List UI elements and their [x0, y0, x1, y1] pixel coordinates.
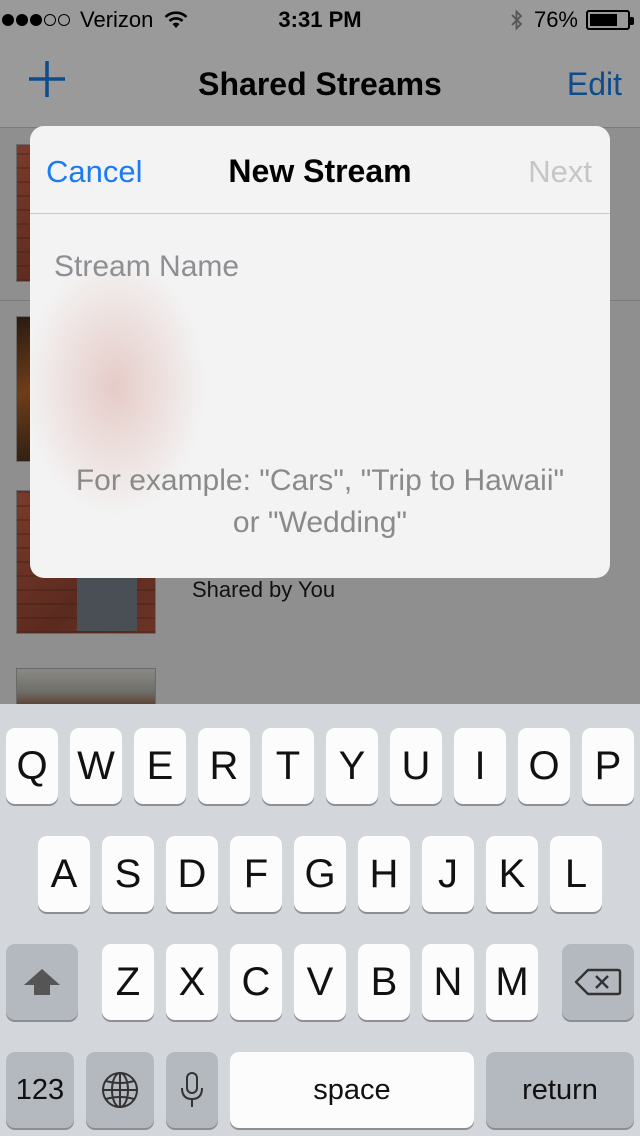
shared-by-label: Shared by You: [192, 577, 336, 602]
navigation-bar: Shared Streams Edit: [0, 40, 640, 128]
key-t[interactable]: T: [262, 728, 314, 804]
battery-fill: [590, 14, 618, 26]
key-a[interactable]: A: [38, 836, 90, 912]
key-f[interactable]: F: [230, 836, 282, 912]
battery-icon: [586, 10, 634, 30]
globe-key[interactable]: [86, 1052, 154, 1128]
key-b[interactable]: B: [358, 944, 410, 1020]
key-q[interactable]: Q: [6, 728, 58, 804]
key-m[interactable]: M: [486, 944, 538, 1020]
battery-percent: 76%: [533, 7, 578, 32]
key-v[interactable]: V: [294, 944, 346, 1020]
key-d[interactable]: D: [166, 836, 218, 912]
key-e[interactable]: E: [134, 728, 186, 804]
key-k[interactable]: K: [486, 836, 538, 912]
key-n[interactable]: N: [422, 944, 474, 1020]
key-y[interactable]: Y: [326, 728, 378, 804]
key-j[interactable]: J: [422, 836, 474, 912]
delete-key[interactable]: [562, 944, 634, 1020]
microphone-key[interactable]: [166, 1052, 218, 1128]
key-g[interactable]: G: [294, 836, 346, 912]
return-key[interactable]: return: [486, 1052, 634, 1128]
key-i[interactable]: I: [454, 728, 506, 804]
key-w[interactable]: W: [70, 728, 122, 804]
edit-button[interactable]: Edit: [567, 66, 622, 103]
page-title: Shared Streams: [198, 66, 442, 102]
numbers-key[interactable]: 123: [6, 1052, 74, 1128]
key-u[interactable]: U: [390, 728, 442, 804]
delete-icon: [574, 968, 622, 996]
key-h[interactable]: H: [358, 836, 410, 912]
key-c[interactable]: C: [230, 944, 282, 1020]
microphone-icon: [181, 1072, 203, 1107]
key-s[interactable]: S: [102, 836, 154, 912]
dialog-header: Cancel New Stream Next: [30, 126, 610, 214]
stream-name-input[interactable]: [54, 244, 584, 290]
keyboard: Q W E R T Y U I O P A S D F G H J K L Z …: [0, 704, 640, 1136]
battery-tip: [630, 17, 634, 25]
status-right: 76%: [510, 6, 634, 34]
globe-icon: [102, 1072, 138, 1108]
key-r[interactable]: R: [198, 728, 250, 804]
key-p[interactable]: P: [582, 728, 634, 804]
stream-thumbnail: [16, 668, 156, 708]
example-hint: For example: "Cars", "Trip to Hawaii" or…: [75, 464, 565, 539]
shift-key[interactable]: [6, 944, 78, 1020]
space-key[interactable]: space: [230, 1052, 474, 1128]
key-l[interactable]: L: [550, 836, 602, 912]
key-x[interactable]: X: [166, 944, 218, 1020]
shift-icon: [24, 969, 60, 995]
key-z[interactable]: Z: [102, 944, 154, 1020]
status-bar: Verizon 3:31 PM 76%: [0, 0, 640, 40]
new-stream-dialog: Cancel New Stream Next For example: "Car…: [30, 126, 610, 578]
bluetooth-icon: [511, 9, 523, 31]
next-button[interactable]: Next: [528, 154, 592, 190]
dialog-title: New Stream: [228, 153, 412, 189]
key-o[interactable]: O: [518, 728, 570, 804]
